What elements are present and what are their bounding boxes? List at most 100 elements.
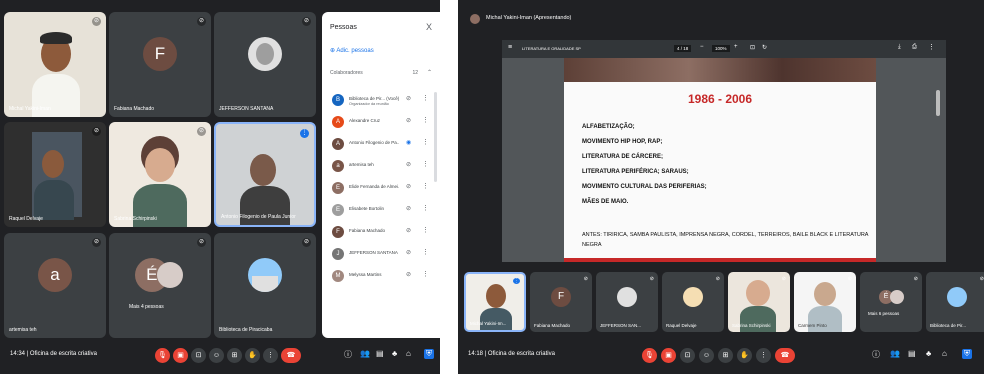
list-item[interactable]: A Antonio Filogenio de Pa... ◉ ⋮	[322, 134, 440, 156]
participant-tile[interactable]: ⊘ Sabrina Schirpinski	[728, 272, 790, 332]
pdf-scrollbar[interactable]	[936, 90, 940, 116]
slide-item: ALFABETIZAÇÃO;	[582, 124, 635, 130]
emoji-icon[interactable]: ☺	[209, 348, 224, 363]
captions-icon[interactable]: ⊡	[191, 348, 206, 363]
participant-tile-active[interactable]: ⋮ Antonio Filogenio de Paula Junior	[214, 122, 316, 227]
add-people-button[interactable]: ⊕ Adic. pessoas	[330, 47, 374, 54]
host-controls-icon[interactable]: ⛨	[962, 349, 972, 359]
more-options-icon[interactable]: ⋮	[422, 138, 429, 146]
zoom-in-icon[interactable]: +	[734, 44, 738, 50]
chat-icon[interactable]: ▤	[908, 349, 916, 358]
more-options-icon[interactable]: ⋮	[422, 182, 429, 190]
present-icon[interactable]: ⊞	[718, 348, 733, 363]
more-options-icon[interactable]: ⋮	[756, 348, 771, 363]
mic-off-icon[interactable]: ⊘	[406, 271, 411, 278]
mic-off-icon[interactable]: ⊘	[406, 183, 411, 190]
chat-icon[interactable]: ▤	[376, 349, 384, 358]
participant-tile[interactable]: ⊘ JEFFERSON SANTANA	[214, 12, 316, 117]
participant-tile[interactable]: ⊘ Biblioteca de Pir...	[926, 272, 984, 332]
avatar: E	[332, 204, 344, 216]
list-item[interactable]: E Elisabete Bortolin ⊘ ⋮	[322, 200, 440, 222]
activities-icon[interactable]: ♣	[392, 349, 397, 358]
list-item[interactable]: F Fabiana Machado ⊘ ⋮	[322, 222, 440, 244]
people-icon[interactable]: 👥	[360, 349, 370, 358]
participant-tile[interactable]: a ⊘ artemisa teh	[4, 233, 106, 338]
lock-icon[interactable]: ⌂	[942, 349, 947, 358]
mic-off-icon[interactable]: ⊘	[406, 161, 411, 168]
print-icon[interactable]: ⎙	[912, 44, 917, 51]
raise-hand-icon[interactable]: ✋	[737, 348, 752, 363]
more-options-icon[interactable]: ⋮	[422, 116, 429, 124]
more-options-icon[interactable]: ⋮	[928, 43, 935, 51]
list-item[interactable]: J JEFFERSON SANTANA ⊘ ⋮	[322, 244, 440, 266]
close-icon[interactable]: X	[426, 22, 432, 32]
participant-name: Elisabete Bortolin	[349, 206, 385, 211]
mic-off-icon[interactable]: ⊘	[406, 249, 411, 256]
participant-name: Biblioteca de Pir... (Você)	[349, 96, 399, 101]
page-indicator[interactable]: 4 / 18	[674, 45, 692, 52]
zoom-out-icon[interactable]: −	[700, 44, 704, 50]
rotate-icon[interactable]: ↻	[762, 44, 767, 51]
participant-video	[4, 122, 106, 227]
mic-off-icon[interactable]: ⊘	[406, 117, 411, 124]
participant-tile[interactable]: ⊘ JEFFERSON SAN...	[596, 272, 658, 332]
list-item[interactable]: B Biblioteca de Pir... (Você) Organizador …	[322, 90, 440, 112]
info-icon[interactable]: ⓘ	[344, 349, 352, 360]
slide-list: ALFABETIZAÇÃO; MOVIMENTO HIP HOP, RAP; L…	[582, 124, 707, 214]
list-item[interactable]: E Elide Fernanda de Almei... ⊘ ⋮	[322, 178, 440, 200]
participant-tile[interactable]: ⊘ Raquel Delvaje	[4, 122, 106, 227]
list-item[interactable]: a artemisa teh ⊘ ⋮	[322, 156, 440, 178]
collaborators-section[interactable]: Colaboradores 12 ⌃	[330, 70, 434, 76]
more-options-icon[interactable]: ⋮	[422, 248, 429, 256]
mic-off-icon[interactable]: ⊘	[406, 227, 411, 234]
mic-off-icon[interactable]: 🎙	[155, 348, 170, 363]
more-people-tile[interactable]: É ⊘ Mais 6 pessoas	[860, 272, 922, 332]
more-options-icon[interactable]: ⋮	[422, 270, 429, 278]
participant-name: Mais 6 pessoas	[868, 311, 900, 316]
list-item[interactable]: M Melyssa Martins ⊘ ⋮	[322, 266, 440, 288]
mic-off-icon[interactable]: ⊘	[406, 95, 411, 102]
menu-icon[interactable]: ≡	[508, 44, 512, 51]
speaking-icon[interactable]: ◉	[406, 139, 411, 146]
emoji-icon[interactable]: ☺	[699, 348, 714, 363]
people-icon[interactable]: 👥	[890, 349, 900, 358]
participant-tile[interactable]: ⊘ Sabrina Schirpinski	[109, 122, 211, 227]
activities-icon[interactable]: ♣	[926, 349, 931, 358]
captions-icon[interactable]: ⊡	[680, 348, 695, 363]
more-options-icon[interactable]: ⋮	[422, 204, 429, 212]
hang-up-icon[interactable]: ☎	[281, 348, 301, 363]
avatar	[683, 287, 703, 308]
participant-tile[interactable]: ⊘ Carmem Pinto	[794, 272, 856, 332]
more-options-icon[interactable]: ⋮	[422, 226, 429, 234]
participant-name: JEFFERSON SANTANA	[219, 106, 274, 112]
mic-off-icon: ⊘	[979, 276, 984, 282]
mic-off-icon[interactable]: ⊘	[406, 205, 411, 212]
camera-off-icon[interactable]: ▣	[173, 348, 188, 363]
download-icon[interactable]: ⤓	[898, 44, 901, 51]
avatar: E	[332, 182, 344, 194]
participant-tile[interactable]: ⊘ Biblioteca de Piracicaba	[214, 233, 316, 338]
panel-scrollbar[interactable]	[434, 92, 437, 182]
mic-off-icon[interactable]: 🎙	[642, 348, 657, 363]
camera-off-icon[interactable]: ▣	[661, 348, 676, 363]
info-icon[interactable]: ⓘ	[872, 349, 880, 360]
raise-hand-icon[interactable]: ✋	[245, 348, 260, 363]
participant-tile[interactable]: ⊘ Raquel Delvaje	[662, 272, 724, 332]
participant-name: Biblioteca de Piracicaba	[219, 327, 273, 333]
more-people-tile[interactable]: É ⊘ Mais 4 pessoas	[109, 233, 211, 338]
participant-tile-active[interactable]: ⋮ Michal Yakini-Im...	[464, 272, 526, 332]
participant-tile[interactable]: ⊘ Michal Yakini-Iman	[4, 12, 106, 117]
more-options-icon[interactable]: ⋮	[263, 348, 278, 363]
participant-tile[interactable]: F ⊘ Fabiana Machado	[530, 272, 592, 332]
zoom-level[interactable]: 100%	[712, 45, 730, 52]
avatar: F	[332, 226, 344, 238]
more-options-icon[interactable]: ⋮	[422, 160, 429, 168]
hang-up-icon[interactable]: ☎	[775, 348, 795, 363]
participant-tile[interactable]: F ⊘ Fabiana Machado	[109, 12, 211, 117]
lock-icon[interactable]: ⌂	[406, 349, 411, 358]
more-options-icon[interactable]: ⋮	[422, 94, 429, 102]
fit-page-icon[interactable]: ⊡	[750, 44, 755, 51]
list-item[interactable]: A Alexandre Cruz ⊘ ⋮	[322, 112, 440, 134]
host-controls-icon[interactable]: ⛨	[424, 349, 434, 359]
present-icon[interactable]: ⊞	[227, 348, 242, 363]
